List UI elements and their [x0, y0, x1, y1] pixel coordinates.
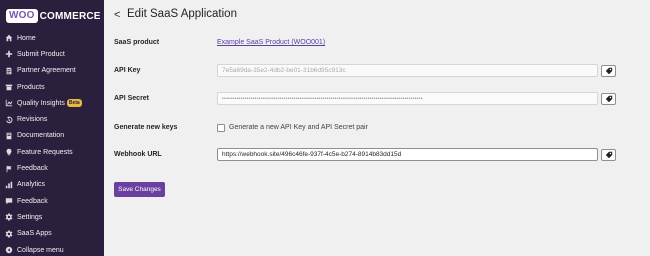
beta-badge: Beta: [66, 99, 82, 108]
sidebar-item-label: Quality Insights: [17, 99, 65, 107]
chart-icon: [4, 98, 14, 108]
copy-api-secret-button[interactable]: [601, 93, 616, 105]
document-icon: [4, 66, 14, 76]
api-secret-field[interactable]: ••••••••••••••••••••••••••••••••••••••••…: [217, 92, 598, 105]
flag-icon: [4, 164, 14, 174]
sidebar-item-home[interactable]: Home: [0, 30, 104, 46]
webhook-url-input[interactable]: https://webhook.site/496c46fe-937f-4c5e-…: [217, 148, 598, 161]
generate-keys-checkbox-label[interactable]: Generate a new API Key and API Secret pa…: [229, 124, 368, 131]
sidebar-item-label: Settings: [17, 213, 43, 221]
box-icon: [4, 82, 14, 92]
plus-icon: [4, 49, 14, 59]
main-content: < Edit SaaS Application SaaS product Exa…: [104, 0, 650, 256]
saas-product-label: SaaS product: [114, 39, 160, 46]
generate-keys-checkbox[interactable]: [217, 124, 225, 132]
api-key-label: API Key: [114, 67, 141, 74]
logo-woo: WOO: [6, 9, 38, 23]
sidebar-item-label: Revisions: [17, 116, 48, 124]
sidebar-menu: Home Submit Product Partner Agreement Pr…: [0, 30, 104, 256]
logo-commerce: COMMERCE: [39, 10, 101, 22]
sidebar-item-documentation[interactable]: Documentation: [0, 128, 104, 144]
sidebar-item-label: Feature Requests: [17, 148, 73, 156]
tag-icon: [605, 151, 612, 159]
copy-webhook-url-button[interactable]: [601, 149, 616, 161]
sidebar-item-partner-agreement[interactable]: Partner Agreement: [0, 63, 104, 79]
bar-chart-icon: [4, 180, 14, 190]
sidebar-item-products[interactable]: Products: [0, 79, 104, 95]
sidebar-item-saas-apps[interactable]: SaaS Apps: [0, 226, 104, 242]
sidebar-item-feedback-2[interactable]: Feedback: [0, 193, 104, 209]
collapse-icon: [4, 245, 14, 255]
sidebar-item-label: Submit Product: [17, 50, 65, 58]
sidebar-item-label: Feedback: [17, 165, 48, 173]
tag-icon: [605, 95, 612, 103]
sidebar-item-label: Analytics: [17, 181, 46, 189]
page-title: Edit SaaS Application: [127, 8, 237, 20]
sidebar-item-label: Collapse menu: [17, 246, 64, 254]
sidebar-item-label: Products: [17, 83, 45, 91]
sidebar-item-quality-insights[interactable]: Quality Insights Beta: [0, 95, 104, 111]
sidebar-item-label: Partner Agreement: [17, 67, 76, 75]
api-secret-label: API Secret: [114, 95, 150, 102]
sidebar-item-revisions[interactable]: Revisions: [0, 111, 104, 127]
back-arrow-icon[interactable]: <: [114, 9, 120, 21]
lightbulb-icon: [4, 147, 14, 157]
revisions-icon: [4, 115, 14, 125]
api-key-field[interactable]: 7e5a69da-35e2-4db2-be01-31b6d95c913c: [217, 64, 598, 77]
sidebar-item-label: SaaS Apps: [17, 230, 52, 238]
sidebar-item-feature-requests[interactable]: Feature Requests: [0, 144, 104, 160]
sidebar-item-label: Feedback: [17, 197, 48, 205]
sidebar-item-analytics[interactable]: Analytics: [0, 177, 104, 193]
generate-keys-label: Generate new keys: [114, 124, 178, 131]
comment-icon: [4, 196, 14, 206]
gear-icon: [4, 212, 14, 222]
admin-sidebar: WOO COMMERCE Home Submit Product Partner…: [0, 0, 104, 256]
sidebar-item-label: Documentation: [17, 132, 65, 140]
sidebar-item-collapse-menu[interactable]: Collapse menu: [0, 242, 104, 256]
webhook-url-label: Webhook URL: [114, 151, 162, 158]
sidebar-item-feedback[interactable]: Feedback: [0, 160, 104, 176]
saas-product-link[interactable]: Example SaaS Product (WOO001): [217, 39, 325, 46]
sidebar-item-submit-product[interactable]: Submit Product: [0, 46, 104, 62]
sidebar-item-settings[interactable]: Settings: [0, 209, 104, 225]
tag-icon: [605, 67, 612, 75]
home-icon: [4, 33, 14, 43]
woocommerce-logo[interactable]: WOO COMMERCE: [6, 8, 101, 24]
gear-icon: [4, 229, 14, 239]
book-icon: [4, 131, 14, 141]
sidebar-item-label: Home: [17, 34, 36, 42]
copy-api-key-button[interactable]: [601, 65, 616, 77]
save-changes-button[interactable]: Save Changes: [114, 182, 165, 197]
